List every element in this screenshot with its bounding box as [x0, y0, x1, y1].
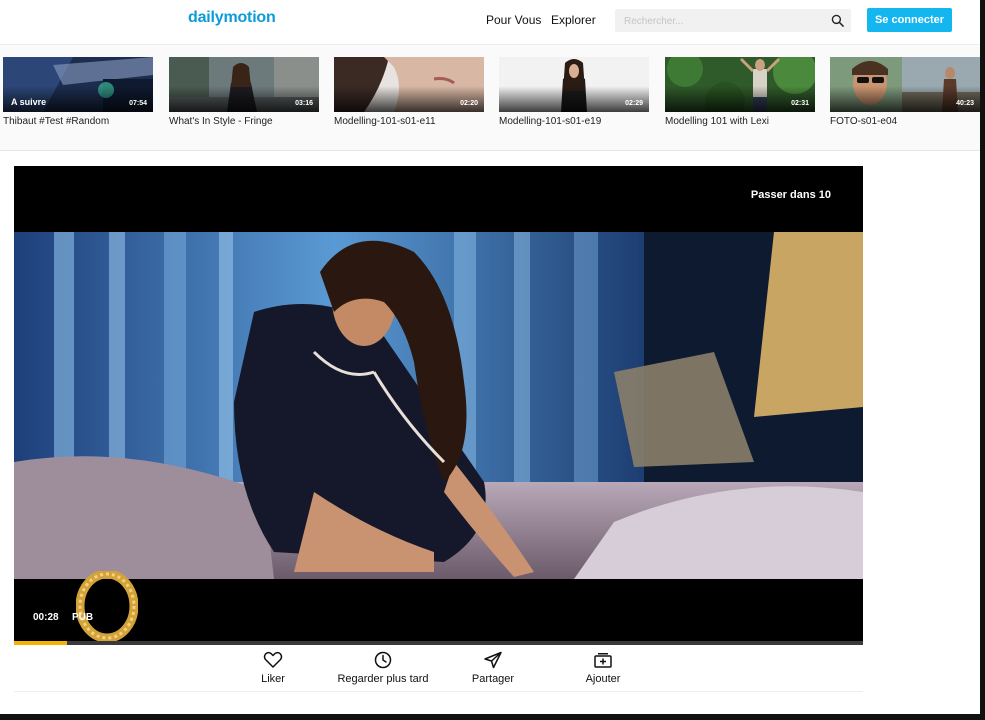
- video-card[interactable]: 03:16 What's In Style - Fringe: [169, 57, 319, 127]
- top-header: dailymotion Pour Vous Explorer Se connec…: [0, 0, 980, 45]
- share-label: Partager: [471, 673, 515, 685]
- heart-icon: [263, 651, 283, 668]
- video-card[interactable]: 02:20 Modelling-101-s01-e11: [334, 57, 484, 127]
- ad-brand-logo: [76, 571, 138, 641]
- video-duration: 02:29: [625, 100, 643, 107]
- like-label: Liker: [261, 673, 285, 685]
- video-strip: A suivre 07:54 Thibaut #Test #Random 03:…: [0, 45, 980, 151]
- add-to-playlist-button[interactable]: Ajouter: [543, 651, 663, 685]
- video-title[interactable]: Modelling-101-s01-e19: [499, 116, 649, 127]
- video-title[interactable]: Modelling-101-s01-e11: [334, 116, 484, 127]
- ad-label: PUB: [72, 612, 94, 623]
- video-duration: 40:23: [956, 100, 974, 107]
- playback-time: 00:28: [33, 612, 59, 623]
- video-thumbnail[interactable]: 02:31: [665, 57, 815, 112]
- video-actions: Liker Regarder plus tard Partager Ajoute…: [14, 645, 863, 692]
- search-input[interactable]: [622, 12, 826, 30]
- nav-for-you[interactable]: Pour Vous: [486, 13, 541, 27]
- video-title[interactable]: Thibaut #Test #Random: [3, 116, 153, 127]
- video-duration: 07:54: [129, 100, 147, 107]
- video-title[interactable]: Modelling 101 with Lexi: [665, 116, 815, 127]
- video-card[interactable]: 02:31 Modelling 101 with Lexi: [665, 57, 815, 127]
- video-card[interactable]: A suivre 07:54 Thibaut #Test #Random: [3, 57, 153, 127]
- video-card[interactable]: 40:23 FOTO-s01-e04: [830, 57, 980, 127]
- skip-ad-countdown[interactable]: Passer dans 10: [751, 189, 831, 201]
- window-edge-right: [980, 0, 985, 720]
- video-title[interactable]: What's In Style - Fringe: [169, 116, 319, 127]
- video-player[interactable]: Passer dans 10 00:28 PUB: [14, 166, 863, 645]
- clock-icon: [374, 651, 392, 669]
- add-label: Ajouter: [585, 673, 621, 685]
- video-duration: 02:20: [460, 100, 478, 107]
- video-thumbnail[interactable]: 40:23: [830, 57, 980, 112]
- video-frame[interactable]: [14, 232, 863, 579]
- video-card[interactable]: 02:29 Modelling-101-s01-e19: [499, 57, 649, 127]
- video-thumbnail[interactable]: 02:29: [499, 57, 649, 112]
- watch-later-button[interactable]: Regarder plus tard: [323, 651, 443, 685]
- video-title[interactable]: FOTO-s01-e04: [830, 116, 980, 127]
- add-playlist-icon: [594, 653, 612, 668]
- dailymotion-logo[interactable]: dailymotion: [188, 9, 276, 27]
- watch-later-label: Regarder plus tard: [337, 673, 429, 685]
- video-thumbnail[interactable]: A suivre 07:54: [3, 57, 153, 112]
- search-bar: [615, 9, 851, 32]
- video-thumbnail[interactable]: 02:20: [334, 57, 484, 112]
- send-icon: [484, 651, 502, 669]
- video-thumbnail[interactable]: 03:16: [169, 57, 319, 112]
- video-duration: 03:16: [295, 100, 313, 107]
- nav-explore[interactable]: Explorer: [551, 13, 596, 27]
- search-icon[interactable]: [831, 14, 844, 27]
- share-button[interactable]: Partager: [433, 651, 553, 685]
- up-next-badge: A suivre: [11, 97, 47, 107]
- like-button[interactable]: Liker: [213, 651, 333, 685]
- login-button[interactable]: Se connecter: [867, 8, 952, 32]
- window-edge-bottom: [0, 714, 985, 720]
- video-duration: 02:31: [791, 100, 809, 107]
